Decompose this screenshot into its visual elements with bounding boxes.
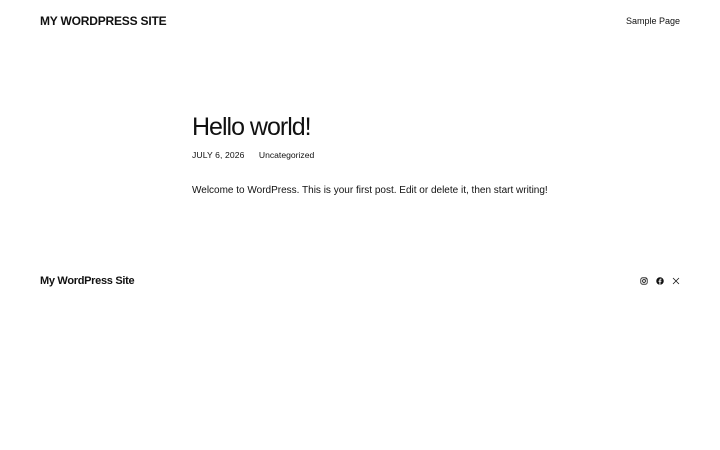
instagram-icon[interactable] [640,277,648,285]
x-icon[interactable] [672,277,680,285]
facebook-icon[interactable] [656,277,664,285]
post-content: Welcome to WordPress. This is your first… [192,185,548,196]
post-title[interactable]: Hello world! [192,110,612,144]
post-meta: JULY 6, 2026 Uncategorized [192,150,314,160]
footer-site-title-link[interactable]: My WordPress Site [40,274,135,288]
site-footer: My WordPress Site [0,262,720,302]
site-header: MY WORDPRESS SITE Sample Page [0,0,720,44]
site-title-link[interactable]: MY WORDPRESS SITE [40,14,167,28]
nav-link-sample-page[interactable]: Sample Page [626,15,680,27]
social-links [640,276,680,286]
post-category-link[interactable]: Uncategorized [259,150,314,160]
post-article: Hello world! JULY 6, 2026 Uncategorized … [192,110,612,196]
post-date: JULY 6, 2026 [192,150,245,160]
